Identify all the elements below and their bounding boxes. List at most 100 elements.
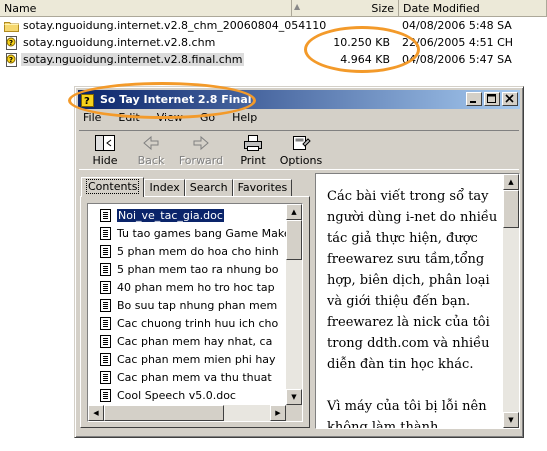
- chm-file-icon: ?: [6, 35, 17, 50]
- toc-item-label: 5 phan mem tao ra nhung bo: [117, 262, 279, 276]
- back-arrow-icon: [143, 135, 159, 151]
- file-name: sotay.nguoidung.internet.v2.8.chm: [23, 36, 216, 49]
- column-size-label: Size: [371, 2, 394, 15]
- back-button[interactable]: Back: [127, 134, 175, 168]
- toc-item[interactable]: Cac phan mem va thu thuat: [100, 368, 272, 386]
- document-icon: [100, 280, 111, 294]
- title-highlight-annotation: [68, 82, 256, 119]
- file-date: 04/08/2006 5:47 SA: [402, 53, 512, 66]
- sort-up-icon: ▲: [294, 2, 301, 11]
- column-header-date[interactable]: Date Modified: [399, 0, 547, 17]
- scroll-thumb[interactable]: [104, 405, 224, 421]
- file-name: sotay.nguoidung.internet.v2.8.final.chm: [21, 53, 245, 66]
- tab-favorites-label: Favorites: [237, 181, 288, 194]
- scroll-down-button[interactable]: ▼: [286, 389, 302, 405]
- document-icon: [100, 298, 111, 312]
- tab-favorites[interactable]: Favorites: [232, 179, 293, 197]
- svg-text:?: ?: [9, 39, 13, 47]
- folder-icon: [4, 21, 19, 32]
- forward-label: Forward: [178, 154, 224, 167]
- toc-item[interactable]: Cac chuong trinh huu ich cho: [100, 314, 278, 332]
- scroll-thumb[interactable]: [503, 190, 519, 228]
- maximize-icon: [487, 94, 496, 103]
- column-header-bar: Name ▲ Size Date Modified: [0, 0, 547, 17]
- toc-list: Noi_ve_tac_gia.doc Tu tao games bang Gam…: [88, 206, 286, 406]
- toc-item[interactable]: Cool Speech v5.0.doc: [100, 386, 236, 404]
- document-icon: [100, 370, 111, 384]
- toc-item-label: Tu tao games bang Game Maker: [117, 226, 286, 240]
- toc-item-label: 40 phan mem ho tro hoc tap: [117, 280, 275, 294]
- close-icon: [505, 94, 514, 103]
- options-button[interactable]: Options: [277, 134, 325, 168]
- hide-label: Hide: [92, 154, 118, 167]
- tab-search-label: Search: [189, 181, 228, 194]
- document-icon: [100, 244, 111, 258]
- chm-file-icon: ?: [6, 52, 17, 67]
- toc-item[interactable]: Cac phan mem mien phi hay: [100, 350, 276, 368]
- scroll-up-button[interactable]: ▲: [503, 174, 519, 190]
- toc-horizontal-scrollbar[interactable]: ◀ ▶: [88, 405, 286, 421]
- toc-item[interactable]: Cac phan mem hay nhat, ca: [100, 332, 272, 350]
- hide-button[interactable]: Hide: [81, 134, 129, 168]
- minimize-icon: [470, 101, 476, 103]
- toc-item[interactable]: Noi_ve_tac_gia.doc: [100, 206, 225, 224]
- arrow-left-icon: ◀: [93, 409, 99, 417]
- forward-button[interactable]: Forward: [177, 134, 225, 168]
- toc-tree[interactable]: Noi_ve_tac_gia.doc Tu tao games bang Gam…: [87, 203, 303, 422]
- toc-item-label: Bo suu tap nhung phan mem: [117, 298, 278, 312]
- arrow-up-icon: ▲: [508, 178, 514, 186]
- column-date-label: Date Modified: [403, 2, 480, 15]
- toc-vertical-scrollbar[interactable]: ▲ ▼: [286, 204, 302, 405]
- document-icon: [100, 334, 111, 348]
- svg-text:?: ?: [9, 56, 13, 64]
- toc-item[interactable]: 5 phan mem tao ra nhung bo: [100, 260, 278, 278]
- arrow-up-icon: ▲: [291, 208, 297, 216]
- toc-item[interactable]: Tu tao games bang Game Maker: [100, 224, 286, 242]
- column-header-size[interactable]: ▲ Size: [292, 0, 399, 17]
- back-label: Back: [137, 154, 165, 167]
- document-icon: [100, 226, 111, 240]
- toc-item-label: Cac chuong trinh huu ich cho: [117, 316, 279, 330]
- document-icon: [100, 352, 111, 366]
- printer-icon: [244, 135, 262, 151]
- close-button[interactable]: [502, 92, 518, 106]
- options-label: Options: [279, 154, 323, 167]
- toc-item-label: Cac phan mem mien phi hay: [117, 352, 276, 366]
- file-row[interactable]: ? sotay.nguoidung.internet.v2.8.chm 10.2…: [0, 34, 547, 51]
- forward-arrow-icon: [193, 135, 209, 151]
- html-help-window: ? So Tay Internet 2.8 Final File Edit Vi…: [74, 86, 524, 438]
- topic-paragraph: Vì máy của tôi bị lỗi nên không làm thàn…: [327, 399, 487, 429]
- topic-content-pane[interactable]: Các bài viết trong sổ tay người dùng i-n…: [315, 173, 520, 429]
- scroll-thumb[interactable]: [286, 220, 302, 260]
- toc-item[interactable]: 40 phan mem ho tro hoc tap: [100, 278, 275, 296]
- contents-panel: Noi_ve_tac_gia.doc Tu tao games bang Gam…: [80, 196, 310, 428]
- tab-index[interactable]: Index: [144, 179, 185, 197]
- toc-item-label: Noi_ve_tac_gia.doc: [116, 207, 225, 223]
- toc-item[interactable]: Bo suu tap nhung phan mem: [100, 296, 277, 314]
- column-header-name[interactable]: Name: [0, 0, 292, 17]
- minimize-button[interactable]: [466, 92, 482, 106]
- menu-help[interactable]: Help: [230, 111, 259, 127]
- file-row[interactable]: sotay.nguoidung.internet.v2.8_chm_200608…: [0, 17, 547, 34]
- toc-item[interactable]: 5 phan mem do hoa cho hinh: [100, 242, 279, 260]
- scroll-down-button[interactable]: ▼: [503, 412, 519, 428]
- tab-contents[interactable]: Contents: [81, 177, 145, 197]
- content-vertical-scrollbar[interactable]: ▲ ▼: [503, 174, 519, 428]
- document-icon: [100, 262, 111, 276]
- document-icon: [100, 388, 111, 402]
- options-icon: [293, 136, 311, 150]
- topic-paragraph: Các bài viết trong sổ tay người dùng i-n…: [327, 189, 498, 372]
- column-name-label: Name: [4, 2, 37, 15]
- maximize-button[interactable]: [484, 92, 500, 106]
- topic-text: Các bài viết trong sổ tay người dùng i-n…: [327, 186, 499, 429]
- scroll-right-button[interactable]: ▶: [270, 405, 286, 421]
- scroll-left-button[interactable]: ◀: [88, 405, 104, 421]
- toc-item-label: Cac phan mem va thu thuat: [117, 370, 272, 384]
- toc-item-label: Cool Speech v5.0.doc: [117, 388, 236, 402]
- print-button[interactable]: Print: [229, 134, 277, 168]
- scroll-up-button[interactable]: ▲: [286, 204, 302, 220]
- file-row-selected[interactable]: ? sotay.nguoidung.internet.v2.8.final.ch…: [0, 51, 547, 68]
- file-date: 04/08/2006 5:48 SA: [402, 19, 512, 32]
- tab-search[interactable]: Search: [184, 179, 233, 197]
- print-label: Print: [240, 154, 266, 167]
